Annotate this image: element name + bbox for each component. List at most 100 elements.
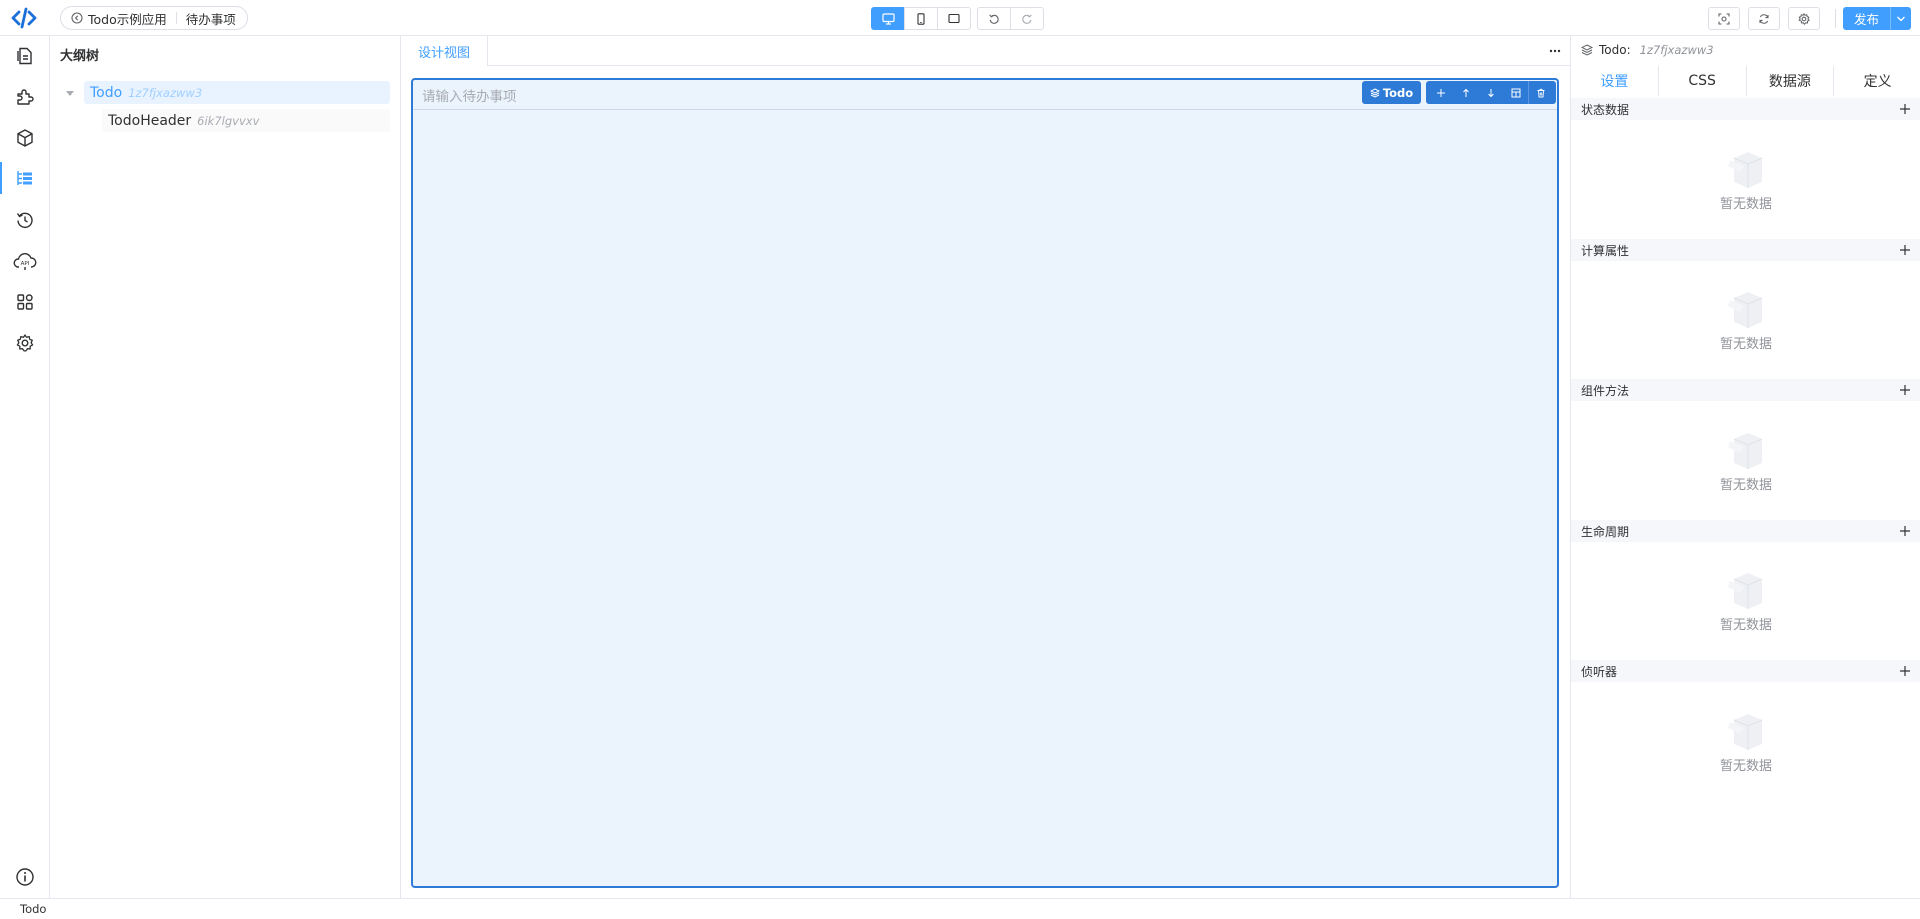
outline-tree-icon xyxy=(15,168,35,188)
activity-outline[interactable] xyxy=(0,158,50,198)
design-canvas[interactable]: 请输入待办事项 xyxy=(411,78,1559,888)
empty-box-icon xyxy=(1726,427,1766,473)
history-icon xyxy=(15,210,35,230)
add-icon[interactable] xyxy=(1899,525,1911,537)
selected-component-header: Todo: 1z7fjxazww3 xyxy=(1581,43,1714,57)
tree-node-todoheader[interactable]: TodoHeader 6ik7lgvvxv xyxy=(102,109,390,132)
section-lifecycle: 生命周期 xyxy=(1571,520,1920,542)
add-icon[interactable] xyxy=(1899,244,1911,256)
apps-grid-icon xyxy=(15,292,35,312)
app-breadcrumb[interactable]: Todo示例应用 待办事项 xyxy=(60,6,248,30)
settings-icon xyxy=(15,333,35,353)
section-title: 状态数据 xyxy=(1581,102,1630,117)
arrow-up-icon xyxy=(1461,88,1471,98)
design-area: 设计视图 请输入待办事项 xyxy=(401,36,1571,898)
refresh-button[interactable] xyxy=(1748,7,1780,30)
add-icon[interactable] xyxy=(1899,384,1911,396)
api-cloud-icon: API xyxy=(13,251,37,271)
settings-button[interactable] xyxy=(1788,7,1820,30)
redo-button[interactable] xyxy=(1010,7,1044,30)
activity-info[interactable] xyxy=(0,857,50,897)
info-icon xyxy=(15,867,35,887)
redo-icon xyxy=(1021,13,1033,25)
publish-button[interactable]: 发布 xyxy=(1843,7,1890,30)
activity-settings[interactable] xyxy=(0,323,50,363)
component-toolbar xyxy=(1426,81,1556,104)
refresh-icon xyxy=(1758,13,1770,25)
chevron-down-icon xyxy=(1896,15,1906,23)
empty-state: 暂无数据 xyxy=(1571,286,1920,376)
tab-datasource[interactable]: 数据源 xyxy=(1745,66,1834,96)
tab-definition[interactable]: 定义 xyxy=(1833,66,1920,96)
box-icon xyxy=(15,128,35,148)
section-title: 生命周期 xyxy=(1581,524,1630,539)
delete-button[interactable] xyxy=(1528,81,1553,104)
layers-icon xyxy=(1581,44,1593,56)
move-up-button[interactable] xyxy=(1453,81,1478,104)
empty-state: 暂无数据 xyxy=(1571,146,1920,236)
activity-bar: API xyxy=(0,36,50,898)
editor-tabbar: 设计视图 xyxy=(401,36,1571,67)
pages-icon xyxy=(15,46,35,66)
arrow-down-icon xyxy=(1486,88,1496,98)
screenshot-button[interactable] xyxy=(1708,7,1740,30)
empty-state: 暂无数据 xyxy=(1571,567,1920,657)
properties-tabs: 设置 CSS 数据源 定义 xyxy=(1571,66,1920,96)
section-title: 计算属性 xyxy=(1581,243,1630,258)
section-state-data: 状态数据 xyxy=(1571,98,1920,120)
tablet-view-button[interactable] xyxy=(937,7,971,30)
empty-state: 暂无数据 xyxy=(1571,427,1920,517)
section-computed: 计算属性 xyxy=(1571,239,1920,261)
component-tag[interactable]: Todo xyxy=(1362,81,1421,104)
mobile-view-button[interactable] xyxy=(904,7,938,30)
component-label: Todo: xyxy=(1599,43,1631,57)
back-circle-icon xyxy=(71,12,83,24)
empty-state: 暂无数据 xyxy=(1571,708,1920,798)
page-name: 待办事项 xyxy=(185,11,236,27)
component-id: 1z7fjxazww3 xyxy=(1639,43,1714,57)
properties-panel: Todo: 1z7fjxazww3 设置 CSS 数据源 定义 状态数据 暂无数… xyxy=(1570,36,1920,898)
activity-apps[interactable] xyxy=(0,282,50,322)
move-button[interactable] xyxy=(1428,81,1453,104)
tablet-icon xyxy=(948,13,960,24)
tree-node-id: 6ik7lgvvxv xyxy=(197,113,260,128)
tree-node-todo[interactable]: Todo 1z7fjxazww3 xyxy=(84,81,390,104)
svg-text:API: API xyxy=(21,261,30,267)
history-controls xyxy=(977,7,1044,30)
activity-history[interactable] xyxy=(0,200,50,240)
activity-components[interactable] xyxy=(0,118,50,158)
section-title: 组件方法 xyxy=(1581,383,1630,398)
empty-text: 暂无数据 xyxy=(1719,618,1772,633)
gear-icon xyxy=(1798,12,1810,25)
move-down-button[interactable] xyxy=(1478,81,1503,104)
more-icon[interactable] xyxy=(1548,46,1562,56)
code-logo-icon[interactable] xyxy=(11,6,37,30)
empty-text: 暂无数据 xyxy=(1719,197,1772,212)
tab-design-view[interactable]: 设计视图 xyxy=(401,36,488,67)
tree-node-name: Todo xyxy=(90,84,123,101)
section-methods: 组件方法 xyxy=(1571,379,1920,401)
undo-icon xyxy=(988,13,1000,25)
outline-panel: 大纲树 xyxy=(50,36,401,898)
layout-button[interactable] xyxy=(1503,81,1528,104)
desktop-icon xyxy=(881,12,895,25)
outline-title: 大纲树 xyxy=(60,49,100,64)
component-tag-label: Todo xyxy=(1382,85,1414,100)
undo-button[interactable] xyxy=(977,7,1011,30)
publish-dropdown[interactable] xyxy=(1890,7,1911,30)
toolbar-divider xyxy=(1835,9,1836,28)
mobile-icon xyxy=(916,12,926,25)
add-icon[interactable] xyxy=(1899,665,1911,677)
tree-expand-icon[interactable] xyxy=(66,91,74,96)
tab-settings[interactable]: 设置 xyxy=(1571,66,1658,96)
desktop-view-button[interactable] xyxy=(871,7,905,30)
tab-css[interactable]: CSS xyxy=(1657,66,1746,96)
section-watchers: 侦听器 xyxy=(1571,660,1920,682)
activity-api[interactable]: API xyxy=(0,241,50,281)
add-icon[interactable] xyxy=(1899,103,1911,115)
empty-box-icon xyxy=(1726,286,1766,332)
layout-icon xyxy=(1511,88,1521,98)
activity-plugins[interactable] xyxy=(0,77,50,117)
app-name: Todo示例应用 xyxy=(88,11,167,27)
activity-pages[interactable] xyxy=(0,36,50,76)
